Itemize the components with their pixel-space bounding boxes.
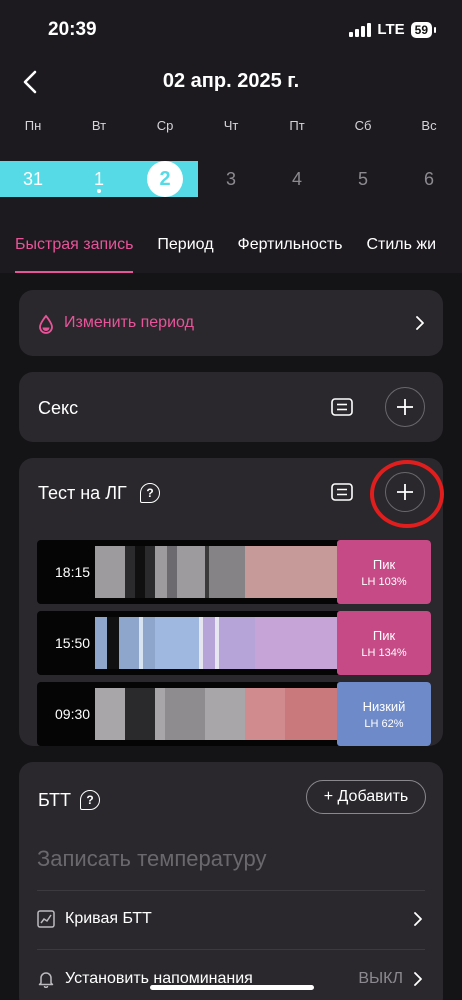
btt-curve-row[interactable]: Кривая БТТ xyxy=(37,900,425,940)
weekday-label: Вс xyxy=(421,118,437,133)
test-time: 18:15 xyxy=(55,564,91,580)
lh-value: LH 62% xyxy=(364,717,404,730)
weekday-label: Пт xyxy=(289,118,305,133)
test-strip-photo xyxy=(95,617,337,669)
divider xyxy=(37,949,425,950)
today-dot xyxy=(97,189,101,193)
status-bar: 20:39 LTE 59 xyxy=(0,0,462,60)
test-strip-photo xyxy=(95,688,337,740)
lh-test-row[interactable]: 15:50 Пик LH 134% xyxy=(37,611,431,675)
day-cell[interactable]: 1 xyxy=(66,161,132,197)
lh-test-row[interactable]: 09:30 Низкий LH 62% xyxy=(37,682,431,746)
temperature-input[interactable]: Записать температуру xyxy=(37,846,267,872)
battery-icon: 59 xyxy=(410,21,437,38)
day-number: 1 xyxy=(93,168,104,189)
tab-lifestyle[interactable]: Стиль жи xyxy=(366,233,436,273)
day-number: 2 xyxy=(147,161,183,197)
tab-fertility[interactable]: Фертильность xyxy=(238,233,343,273)
lh-test-title: Тест на ЛГ xyxy=(38,483,127,503)
day-number: 5 xyxy=(357,168,368,189)
day-cell[interactable]: 3 xyxy=(198,161,264,197)
lh-result-badge: Пик LH 134% xyxy=(337,611,431,675)
plus-icon xyxy=(397,399,413,415)
day-number: 4 xyxy=(291,168,302,189)
lh-level: Пик xyxy=(372,556,396,572)
weekday-label: Вт xyxy=(91,118,107,133)
reminder-row[interactable]: Установить напоминания ВЫКЛ xyxy=(37,960,425,1000)
chevron-right-icon xyxy=(411,972,425,986)
lh-value: LH 134% xyxy=(361,646,407,659)
day-number: 3 xyxy=(225,168,236,189)
test-strip-photo xyxy=(95,546,337,598)
weekday-label: Сб xyxy=(354,118,372,133)
chart-icon xyxy=(37,910,55,928)
test-time: 09:30 xyxy=(55,706,91,722)
chevron-right-icon xyxy=(413,316,427,330)
bell-icon xyxy=(37,970,55,989)
chevron-right-icon xyxy=(411,912,425,926)
lh-value: LH 103% xyxy=(361,575,407,588)
test-time: 15:50 xyxy=(55,635,91,651)
day-cell[interactable]: 6 xyxy=(396,161,462,197)
status-time: 20:39 xyxy=(48,19,97,40)
day-number: 6 xyxy=(423,168,434,189)
btt-curve-label: Кривая БТТ xyxy=(65,910,152,927)
tab-bar: Быстрая запись Период Фертильность Стиль… xyxy=(0,233,462,273)
header: 02 апр. 2025 г. xyxy=(0,62,462,102)
lh-result-badge: Низкий LH 62% xyxy=(337,682,431,746)
day-cell-selected[interactable]: 2 xyxy=(132,161,198,197)
day-cell[interactable]: 4 xyxy=(264,161,330,197)
tab-quick-record[interactable]: Быстрая запись xyxy=(15,233,134,273)
help-icon[interactable]: ? xyxy=(140,483,160,503)
note-icon[interactable] xyxy=(331,398,353,416)
add-sex-button[interactable] xyxy=(385,387,425,427)
reminder-value: ВЫКЛ xyxy=(358,970,403,987)
note-icon[interactable] xyxy=(331,483,353,501)
add-temperature-button[interactable]: + Добавить xyxy=(306,780,426,814)
sex-card: Секс xyxy=(19,372,443,442)
home-indicator xyxy=(150,985,314,990)
lh-test-row[interactable]: 18:15 Пик LH 103% xyxy=(37,540,431,604)
lh-level: Пик xyxy=(372,627,396,643)
help-icon[interactable]: ? xyxy=(80,790,100,810)
weekday-label: Пн xyxy=(24,118,42,133)
tab-period[interactable]: Период xyxy=(157,233,213,273)
change-period-row[interactable]: Изменить период xyxy=(19,290,443,356)
lh-level: Низкий xyxy=(362,698,406,714)
weekday-label: Чт xyxy=(223,118,239,133)
signal-icon xyxy=(349,22,372,37)
sex-title: Секс xyxy=(38,398,79,418)
btt-title: БТТ xyxy=(38,790,71,810)
page-title: 02 апр. 2025 г. xyxy=(162,70,300,92)
day-strip: 31 1 2 3 4 5 6 xyxy=(0,161,462,197)
day-cell[interactable]: 31 xyxy=(0,161,66,197)
divider xyxy=(37,890,425,891)
day-number: 31 xyxy=(22,168,44,189)
highlight-circle xyxy=(370,460,444,528)
btt-card: БТТ ? + Добавить Записать температуру Кр… xyxy=(19,762,443,1000)
network-label: LTE xyxy=(377,21,405,38)
drop-icon xyxy=(37,314,55,334)
status-icons: LTE 59 xyxy=(349,21,437,38)
weekday-labels: Пн Вт Ср Чт Пт Сб Вс xyxy=(0,118,462,133)
lh-result-badge: Пик LH 103% xyxy=(337,540,431,604)
change-period-label: Изменить период xyxy=(64,314,194,331)
day-cell[interactable]: 5 xyxy=(330,161,396,197)
weekday-label: Ср xyxy=(156,118,174,133)
